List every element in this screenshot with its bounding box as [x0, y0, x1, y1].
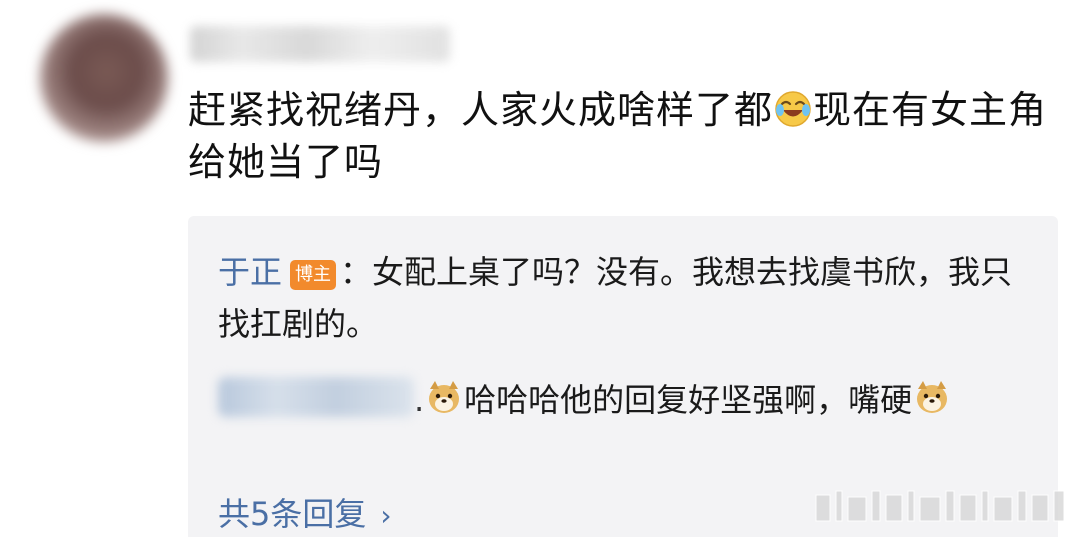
doge-emoji-icon: [917, 381, 948, 413]
chevron-right-icon: ›: [380, 499, 392, 532]
blurred-username[interactable]: [190, 26, 450, 62]
more-replies-link[interactable]: 共5条回复 ›: [218, 492, 392, 537]
doge-emoji-icon: [429, 381, 460, 413]
reply-item[interactable]: 于正 博主 ：女配上桌了吗？没有。我想去找虞书欣，我只找扛剧的。: [218, 246, 1018, 350]
comment-screenshot: 赶紧找祝绪丹，人家火成啥样了都 现在有女主角给她当了吗 于正 博主 ：女配上桌了吗？…: [0, 0, 1090, 537]
more-replies-label: 共5条回复: [218, 495, 367, 533]
reply-text: ：女配上桌了吗？没有。我想去找虞书欣，我只找扛剧的。: [218, 253, 1013, 343]
reply-text: 哈哈哈他的回复好坚强啊，嘴硬: [464, 381, 913, 419]
blurred-reply-author[interactable]: [218, 377, 414, 417]
reply-author[interactable]: 于正: [218, 253, 282, 291]
blogger-badge: 博主: [290, 260, 337, 290]
watermark-icon: [815, 490, 1065, 522]
comment-text: 赶紧找祝绪丹，人家火成啥样了都 现在有女主角给她当了吗: [188, 84, 1058, 188]
avatar[interactable]: [40, 14, 168, 142]
laugh-cry-emoji-icon: [775, 91, 811, 127]
comment-text-part1: 赶紧找祝绪丹，人家火成啥样了都: [188, 88, 774, 132]
reply-item[interactable]: . 哈哈哈他的回复好坚强啊，嘴硬: [218, 374, 1018, 426]
reply-colon: .: [414, 381, 425, 419]
